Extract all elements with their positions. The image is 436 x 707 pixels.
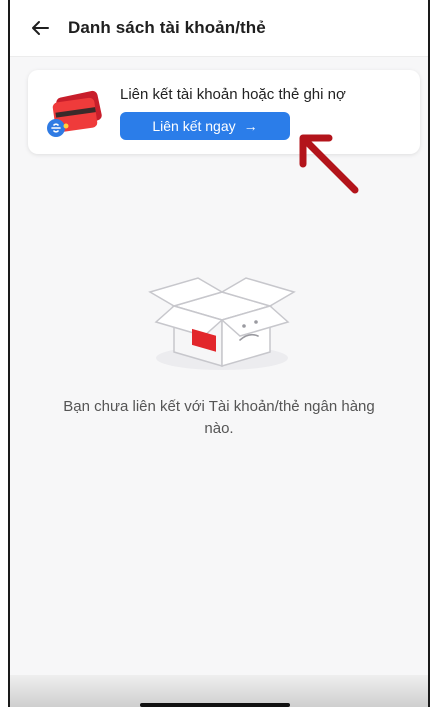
empty-box-icon [148,277,296,370]
link-card-text: Liên kết tài khoản hoặc thẻ ghi nợ [120,86,346,103]
bank-card-link-icon [47,90,102,137]
arrow-right-icon: → [243,118,258,134]
app-header: Danh sách tài khoản/thẻ [10,0,428,57]
app-screen: Danh sách tài khoản/thẻ Liên kết tài kho… [10,0,428,707]
page-title: Danh sách tài khoản/thẻ [68,18,266,37]
home-indicator[interactable] [140,703,290,707]
phone-frame: Danh sách tài khoản/thẻ Liên kết tài kho… [0,0,436,707]
link-now-label: Liên kết ngay [152,118,236,134]
arrow-left-icon [32,21,49,35]
right-border [428,0,436,707]
left-border [0,0,10,707]
link-account-card: Liên kết tài khoản hoặc thẻ ghi nợ Liên … [28,70,420,154]
empty-state-message: Bạn chưa liên kết với Tài khoản/thẻ ngân… [63,398,375,437]
back-button[interactable] [20,8,60,48]
link-now-button[interactable]: Liên kết ngay → [120,112,290,140]
